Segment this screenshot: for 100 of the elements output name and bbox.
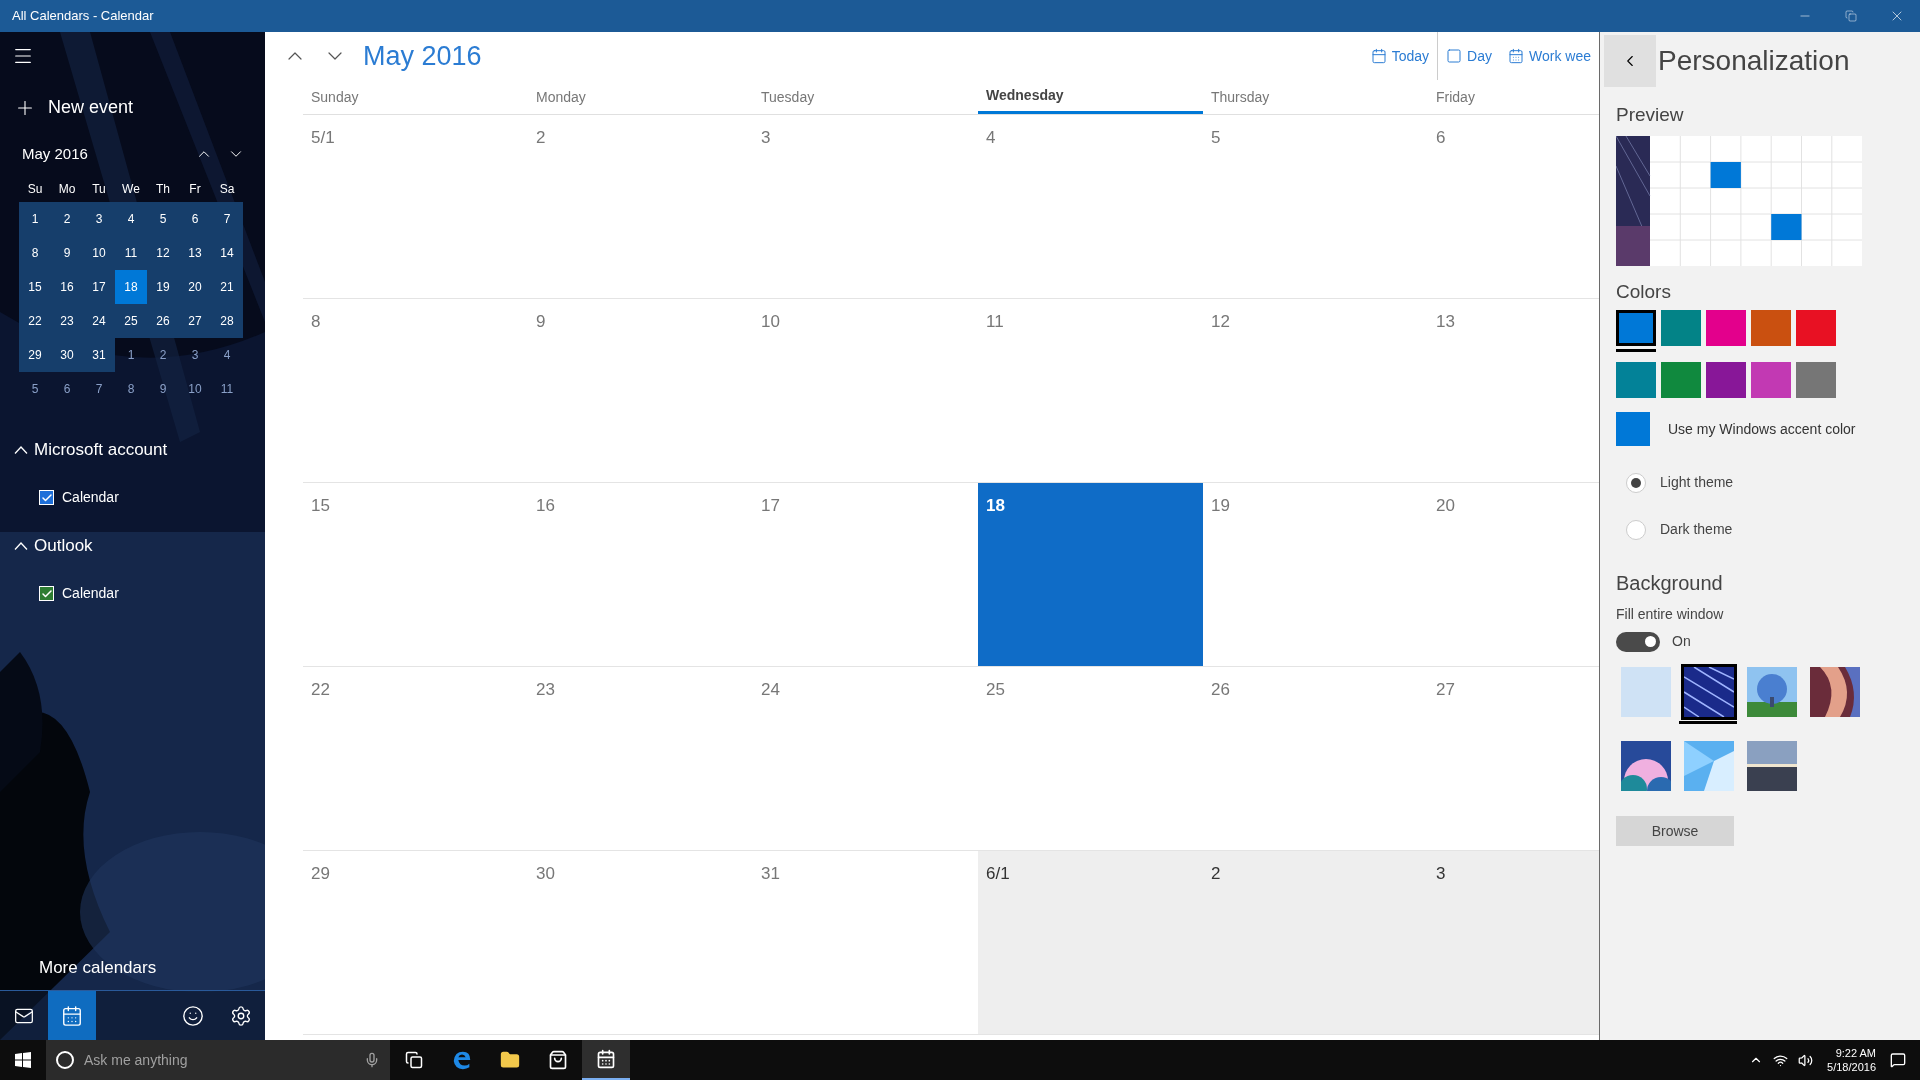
date-cell[interactable]: 14 (211, 235, 243, 270)
view-button[interactable]: Today (1362, 32, 1438, 80)
date-cell[interactable]: 11 (115, 235, 147, 270)
more-calendars-link[interactable]: More calendars (39, 954, 157, 980)
color-swatch[interactable] (1616, 310, 1656, 352)
background-option[interactable] (1679, 662, 1737, 724)
date-cell[interactable]: 10 (83, 235, 115, 270)
date-cell[interactable]: 31 (83, 337, 115, 372)
section-heading: Preview (1616, 103, 1685, 127)
calendar-label: Calendar (62, 488, 119, 507)
radio-button[interactable] (1626, 519, 1646, 540)
toggle-switch[interactable] (1616, 631, 1660, 652)
weekday-header: Tuesday (760, 87, 816, 107)
date-cell[interactable]: 1 (115, 337, 147, 372)
windows-logo-icon (15, 1052, 31, 1068)
date-cell[interactable]: 29 (19, 337, 51, 372)
date-cell[interactable]: 4 (211, 337, 243, 372)
day-cell[interactable]: 2 (1203, 851, 1428, 1034)
checkbox[interactable] (39, 490, 54, 505)
date-cell[interactable]: 2 (51, 201, 83, 236)
task-view-icon[interactable] (405, 1051, 423, 1069)
view-button[interactable]: Day (1437, 32, 1500, 80)
view-button[interactable]: Work wee (1500, 32, 1599, 80)
section-heading: Background (1616, 571, 1724, 596)
weekday-label: Su (26, 180, 44, 198)
search-box[interactable]: Ask me anything (46, 1040, 390, 1080)
accent-label: Use my Windows accent color (1668, 419, 1856, 439)
weekday-label: Fr (188, 180, 202, 198)
date-cell[interactable]: 5 (19, 371, 51, 406)
panel-title: Personalization (1658, 44, 1850, 78)
theme-label: Dark theme (1660, 520, 1733, 539)
radio-button[interactable] (1626, 472, 1646, 493)
day-cell[interactable]: 18 (978, 483, 1203, 666)
chevron-up-icon (14, 541, 28, 550)
microphone-icon[interactable] (364, 1052, 380, 1068)
volume-icon[interactable] (1798, 1052, 1814, 1068)
settings-icon (230, 1004, 252, 1027)
date-cell[interactable]: 21 (211, 269, 243, 304)
date-cell[interactable]: 15 (19, 269, 51, 304)
date-cell[interactable]: 2 (147, 337, 179, 372)
date-cell[interactable]: 13 (179, 235, 211, 270)
date-cell[interactable]: 6 (179, 201, 211, 236)
weekday-header: Thursday (1210, 87, 1271, 107)
weekday-header: Sunday (310, 87, 360, 107)
window-title: All Calendars - Calendar (11, 7, 154, 26)
notification-icon[interactable] (1890, 1052, 1906, 1068)
smiley-icon (182, 1004, 204, 1027)
day-cell[interactable]: 3 (1428, 851, 1599, 1034)
accent-swatch[interactable] (1616, 412, 1650, 446)
date-cell[interactable]: 16 (51, 269, 83, 304)
day-cell[interactable]: 6/1 (978, 851, 1203, 1034)
date-cell[interactable]: 18 (115, 269, 147, 304)
fill-label: Fill entire window (1616, 605, 1725, 624)
date-cell[interactable]: 1 (19, 201, 51, 236)
date-cell[interactable]: 27 (179, 303, 211, 338)
date-cell[interactable]: 24 (83, 303, 115, 338)
date-cell[interactable]: 25 (115, 303, 147, 338)
date-cell[interactable]: 30 (51, 337, 83, 372)
date-cell[interactable]: 9 (147, 371, 179, 406)
check-icon (40, 491, 53, 504)
shopping-bag-icon[interactable] (548, 1050, 568, 1070)
date-cell[interactable]: 26 (147, 303, 179, 338)
taskbar-app[interactable] (582, 1040, 630, 1080)
date-cell[interactable]: 11 (211, 371, 243, 406)
weekday-label: Mo (57, 180, 77, 198)
folder-icon[interactable] (500, 1050, 520, 1070)
date-cell[interactable]: 8 (115, 371, 147, 406)
clock[interactable]: 9:22 AM 5/18/2016 (1823, 1046, 1880, 1074)
account-header[interactable]: Microsoft account (14, 427, 168, 472)
date-cell[interactable]: 8 (19, 235, 51, 270)
date-cell[interactable]: 23 (51, 303, 83, 338)
date-cell[interactable]: 6 (51, 371, 83, 406)
date-cell[interactable]: 9 (51, 235, 83, 270)
weekday-header: Friday (1435, 87, 1476, 107)
network-icon[interactable] (1773, 1052, 1789, 1068)
theme-label: Light theme (1660, 473, 1734, 492)
date-cell[interactable]: 20 (179, 269, 211, 304)
date-cell[interactable]: 7 (211, 201, 243, 236)
weekday-label: Th (155, 180, 171, 198)
new-event-button[interactable]: New event (14, 94, 134, 121)
date-cell[interactable]: 4 (115, 201, 147, 236)
search-field[interactable]: Ask me anything (84, 1049, 354, 1071)
date-cell[interactable]: 19 (147, 269, 179, 304)
calendar-label: Calendar (62, 584, 119, 603)
date-cell[interactable]: 3 (83, 201, 115, 236)
date-cell[interactable]: 22 (19, 303, 51, 338)
date-cell[interactable]: 28 (211, 303, 243, 338)
check-icon (40, 587, 53, 600)
browser-icon[interactable] (451, 1049, 473, 1071)
date-cell[interactable]: 10 (179, 371, 211, 406)
browse-button[interactable]: Browse (1616, 816, 1734, 846)
date-cell[interactable]: 7 (83, 371, 115, 406)
date-cell[interactable]: 3 (179, 337, 211, 372)
weekday-label: Sa (218, 180, 236, 198)
account-header[interactable]: Outlook (14, 523, 93, 568)
checkbox[interactable] (39, 586, 54, 601)
date-cell[interactable]: 12 (147, 235, 179, 270)
date-cell[interactable]: 17 (83, 269, 115, 304)
date-cell[interactable]: 5 (147, 201, 179, 236)
restore-icon (1845, 10, 1857, 22)
